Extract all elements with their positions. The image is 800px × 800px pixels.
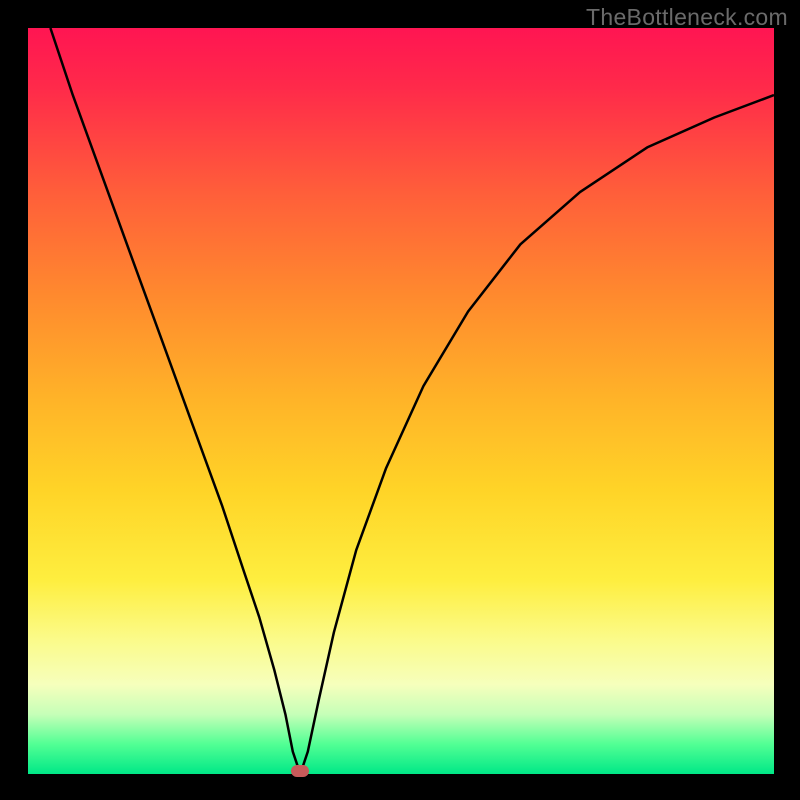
line-chart [28, 28, 774, 774]
chart-area [28, 28, 774, 774]
curve-path [50, 28, 774, 774]
marker-dot [291, 765, 309, 777]
watermark: TheBottleneck.com [586, 4, 788, 31]
